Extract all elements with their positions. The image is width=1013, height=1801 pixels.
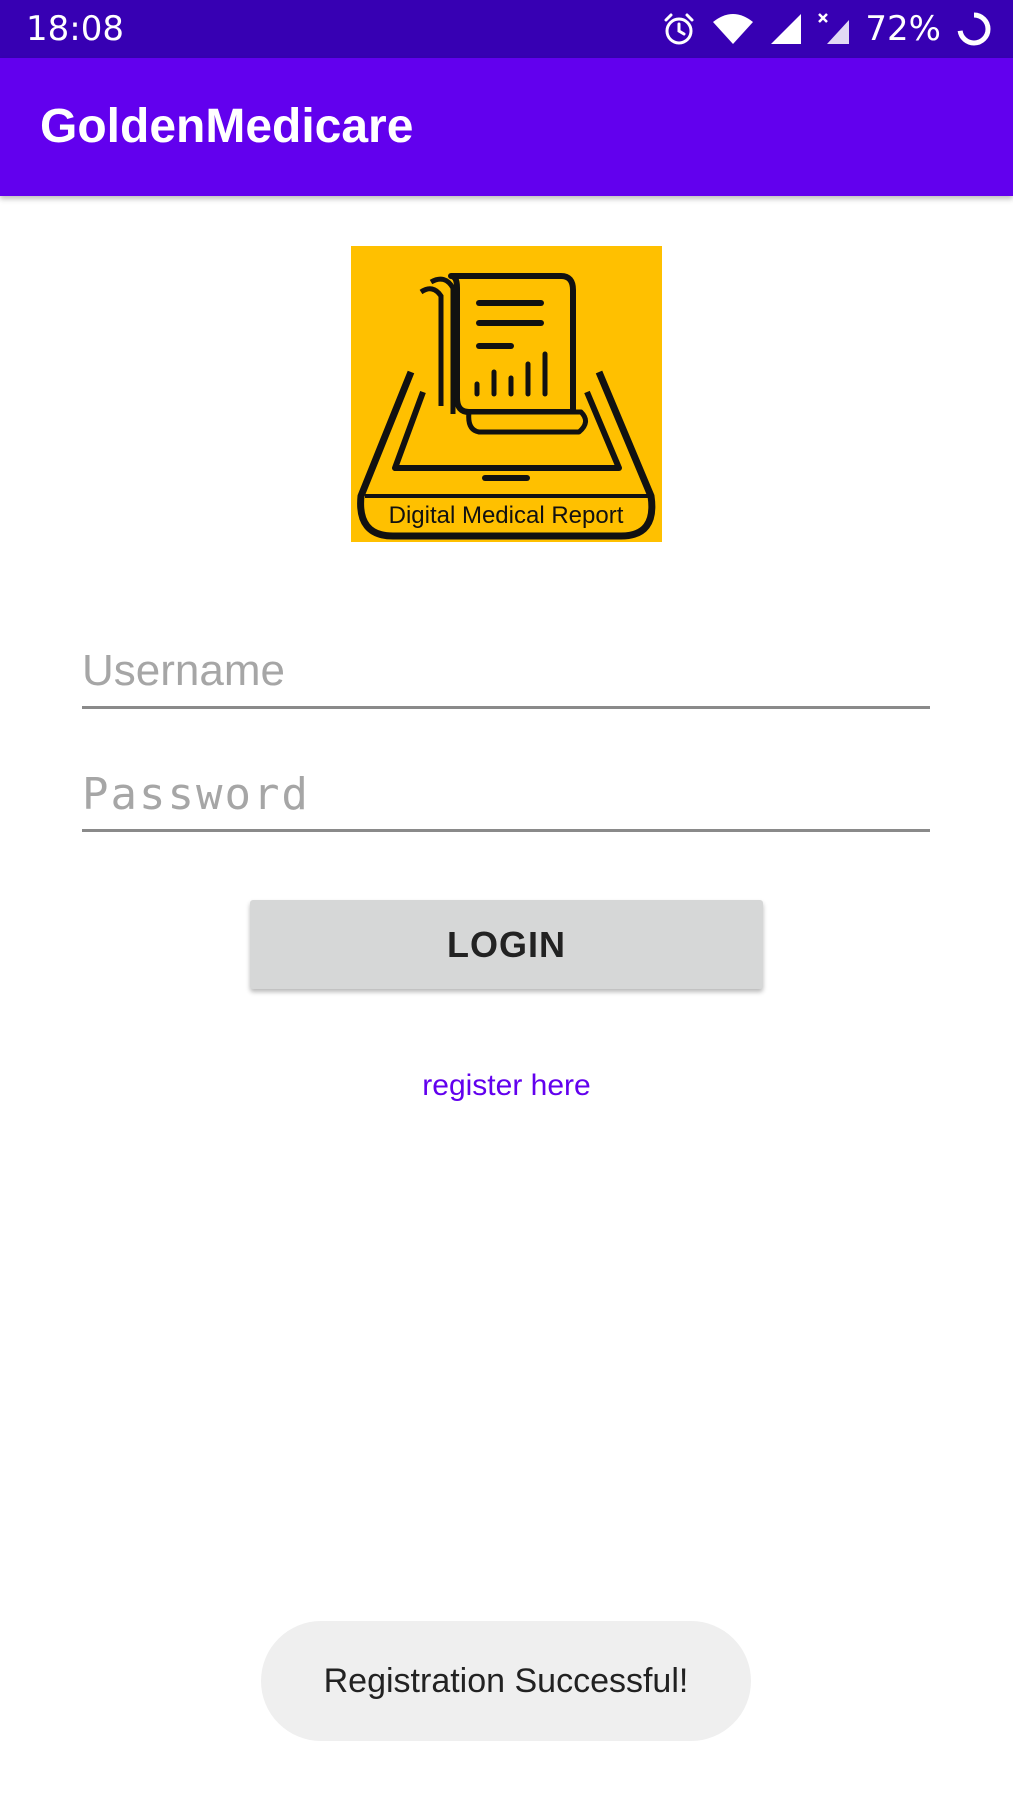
signal-no-data-icon <box>817 12 851 46</box>
battery-ring-icon <box>955 10 993 48</box>
app-title: GoldenMedicare <box>40 100 414 153</box>
status-time: 18:08 <box>26 9 124 49</box>
username-field[interactable] <box>82 636 930 709</box>
status-bar: 18:08 72% <box>0 0 1013 58</box>
username-input[interactable] <box>82 636 930 706</box>
password-input[interactable] <box>82 759 930 829</box>
toast-message: Registration Successful! <box>261 1621 751 1741</box>
signal-icon <box>769 12 803 46</box>
wifi-icon <box>711 12 755 46</box>
status-icons: 72% <box>661 8 993 50</box>
register-link[interactable]: register here <box>0 1064 1013 1108</box>
login-button[interactable]: LOGIN <box>250 900 763 989</box>
app-bar: GoldenMedicare <box>0 58 1013 196</box>
app-logo: Digital Medical Report <box>351 246 662 542</box>
battery-percent: 72% <box>865 9 941 49</box>
logo-caption: Digital Medical Report <box>389 502 624 529</box>
password-field[interactable] <box>82 759 930 832</box>
alarm-icon <box>661 11 697 47</box>
